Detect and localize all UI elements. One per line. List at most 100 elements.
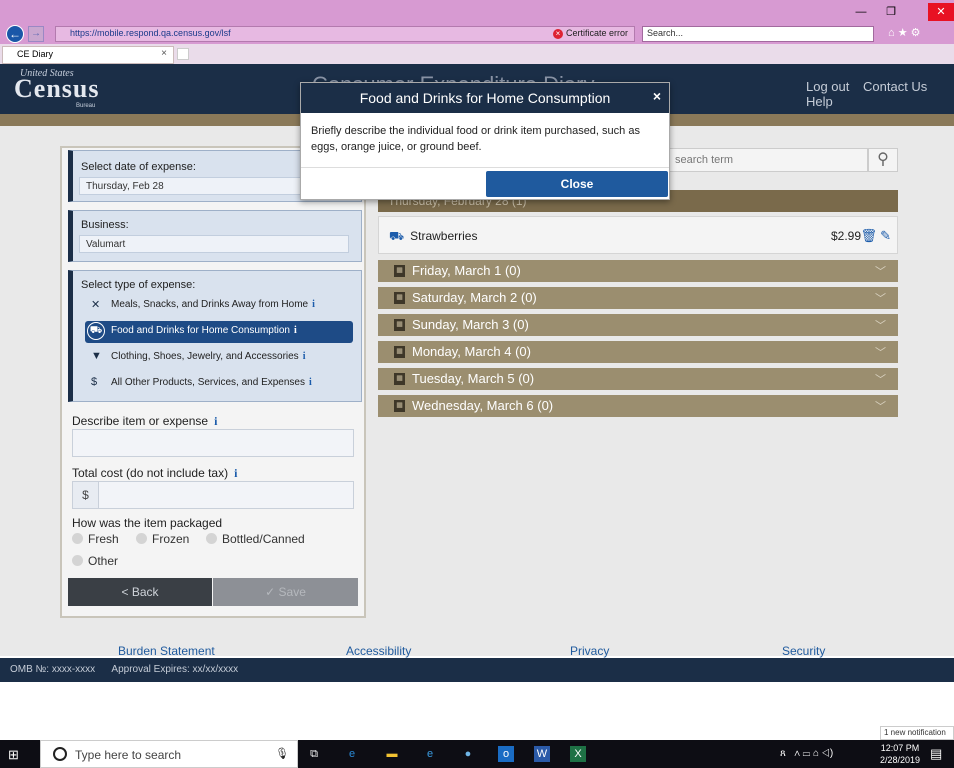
minimize-button[interactable]: — <box>848 3 874 21</box>
modal-close-button[interactable]: Close <box>486 171 668 197</box>
chevron-down-icon: ﹀ <box>875 374 886 386</box>
approval-expires: Approval Expires: xx/xx/xxxx <box>111 664 239 675</box>
utensils-icon: ✕ <box>91 299 101 311</box>
census-logo: Census <box>14 74 100 103</box>
cart-icon: ⛟ <box>87 322 105 340</box>
close-icon[interactable]: × <box>653 83 661 109</box>
file-explorer-icon[interactable]: ▬ <box>384 746 400 762</box>
search-input[interactable]: search term <box>668 148 868 172</box>
dollar-icon: $ <box>91 376 98 388</box>
restore-button[interactable]: ❐ <box>878 3 904 21</box>
contact-us-link[interactable]: Contact Us <box>863 79 927 94</box>
modal-header: Food and Drinks for Home Consumption × <box>301 83 669 113</box>
info-icon[interactable]: i <box>312 299 315 310</box>
info-modal: Food and Drinks for Home Consumption × B… <box>300 82 670 200</box>
cart-icon: ⛟ <box>389 229 405 243</box>
burden-statement-link[interactable]: Burden Statement <box>118 644 215 658</box>
taskbar-search[interactable]: Type here to search 🎙 <box>40 740 298 768</box>
task-view-icon[interactable]: ⧉ <box>306 746 322 762</box>
internet-explorer-icon[interactable]: e <box>422 746 438 762</box>
day-row[interactable]: ▦ Monday, March 4 (0) ﹀ <box>378 341 898 363</box>
info-icon[interactable]: i <box>234 466 237 480</box>
address-bar[interactable]: https://mobile.respond.qa.census.gov/lsf… <box>55 26 635 42</box>
clock-date: 2/28/2019 <box>880 755 921 765</box>
type-clothing-label: Clothing, Shoes, Jewelry, and Accessorie… <box>111 351 299 362</box>
describe-label-text: Describe item or expense <box>72 414 209 428</box>
info-icon[interactable]: i <box>303 351 306 362</box>
radio-other[interactable]: Other <box>72 554 118 568</box>
day-row[interactable]: ▦ Saturday, March 2 (0) ﹀ <box>378 287 898 309</box>
modal-divider <box>301 167 669 168</box>
trash-icon[interactable]: 🗑 <box>860 228 877 244</box>
windows-start-icon[interactable]: ⊞ <box>8 747 19 763</box>
type-food-home[interactable]: ⛟ Food and Drinks for Home Consumption i <box>85 321 353 343</box>
browser-forward-button[interactable]: → <box>28 26 44 42</box>
radio-bottled-canned[interactable]: Bottled/Canned <box>206 532 305 546</box>
browser-toolbar-icons[interactable]: ⌂ ★ ⚙ <box>888 26 920 39</box>
clock[interactable]: 12:07 PM 2/28/2019 <box>880 742 920 766</box>
day-row[interactable]: ▦ Wednesday, March 6 (0) ﹀ <box>378 395 898 417</box>
excel-icon[interactable]: X <box>570 746 586 762</box>
search-icon[interactable]: ⚲ <box>868 148 898 172</box>
app-icon[interactable]: ● <box>460 746 476 762</box>
security-link[interactable]: Security <box>782 644 825 658</box>
tab-ce-diary[interactable]: CE Diary × <box>2 46 174 64</box>
back-button[interactable]: < Back <box>68 578 212 606</box>
chevron-down-icon: ﹀ <box>875 320 886 332</box>
expense-type-section: Select type of expense: ✕ Meals, Snacks, … <box>68 270 362 402</box>
chevron-down-icon: ﹀ <box>875 293 886 305</box>
window-close-button[interactable]: ✕ <box>928 3 954 21</box>
tab-title: CE Diary <box>17 49 54 59</box>
browser-back-button[interactable]: ← <box>6 25 24 43</box>
type-food-home-label: Food and Drinks for Home Consumption <box>111 325 290 336</box>
cost-input[interactable]: $ <box>72 481 354 509</box>
day-label: Sunday, March 3 (0) <box>412 317 529 332</box>
clock-time: 12:07 PM <box>880 743 920 753</box>
edge-icon[interactable]: e <box>344 746 360 762</box>
type-clothing[interactable]: ▼ Clothing, Shoes, Jewelry, and Accessori… <box>85 347 353 369</box>
taskbar-search-text: Type here to search <box>75 748 182 762</box>
info-icon[interactable]: i <box>309 377 312 388</box>
system-tray[interactable]: ጸ ∧ ▭ ⌂ ◁) <box>780 748 833 759</box>
new-tab-button[interactable] <box>177 48 189 60</box>
business-section: Business: Valumart <box>68 210 362 262</box>
microphone-icon[interactable]: 🎙 <box>275 747 289 760</box>
day-label: Friday, March 1 (0) <box>412 263 521 278</box>
radio-fresh[interactable]: Fresh <box>72 532 119 546</box>
cortana-icon <box>53 747 67 761</box>
item-price: $2.99 <box>830 229 861 243</box>
privacy-link[interactable]: Privacy <box>570 644 609 658</box>
browser-search-input[interactable]: Search... <box>642 26 874 42</box>
tab-close-icon[interactable]: × <box>161 48 167 59</box>
notification-toast[interactable]: 1 new notification <box>880 726 954 740</box>
radio-frozen[interactable]: Frozen <box>136 532 189 546</box>
calendar-icon: ▦ <box>394 346 405 358</box>
chevron-down-icon: ﹀ <box>875 266 886 278</box>
logout-link[interactable]: Log out <box>806 79 849 94</box>
day-row[interactable]: ▦ Friday, March 1 (0) ﹀ <box>378 260 898 282</box>
describe-input[interactable] <box>72 429 354 457</box>
day-label: Saturday, March 2 (0) <box>412 290 537 305</box>
day-row[interactable]: ▦ Sunday, March 3 (0) ﹀ <box>378 314 898 336</box>
calendar-icon: ▦ <box>394 319 405 331</box>
business-label: Business: <box>81 219 129 231</box>
package-label: How was the item packaged <box>72 516 223 530</box>
word-icon[interactable]: W <box>534 746 550 762</box>
list-item[interactable]: ⛟ Strawberries $2.99 🗑 ✎ <box>378 216 898 254</box>
accessibility-link[interactable]: Accessibility <box>346 644 411 658</box>
certificate-error[interactable]: × Certificate error <box>552 28 628 39</box>
header-links: Log out Contact Us Help <box>796 79 954 109</box>
business-input[interactable]: Valumart <box>79 235 349 253</box>
info-icon[interactable]: i <box>294 325 297 336</box>
logo-bureau-text: Bureau <box>76 103 96 109</box>
day-row[interactable]: ▦ Tuesday, March 5 (0) ﹀ <box>378 368 898 390</box>
pencil-icon[interactable]: ✎ <box>880 228 891 244</box>
outlook-icon[interactable]: o <box>498 746 514 762</box>
info-icon[interactable]: i <box>214 414 217 428</box>
type-meals[interactable]: ✕ Meals, Snacks, and Drinks Away from Hom… <box>85 295 353 317</box>
action-center-icon[interactable]: ▤ <box>930 746 942 762</box>
help-link[interactable]: Help <box>806 94 833 109</box>
type-other[interactable]: $ All Other Products, Services, and Expen… <box>85 373 353 395</box>
save-button[interactable]: ✓ Save <box>213 578 358 606</box>
type-label: Select type of expense: <box>81 279 196 291</box>
